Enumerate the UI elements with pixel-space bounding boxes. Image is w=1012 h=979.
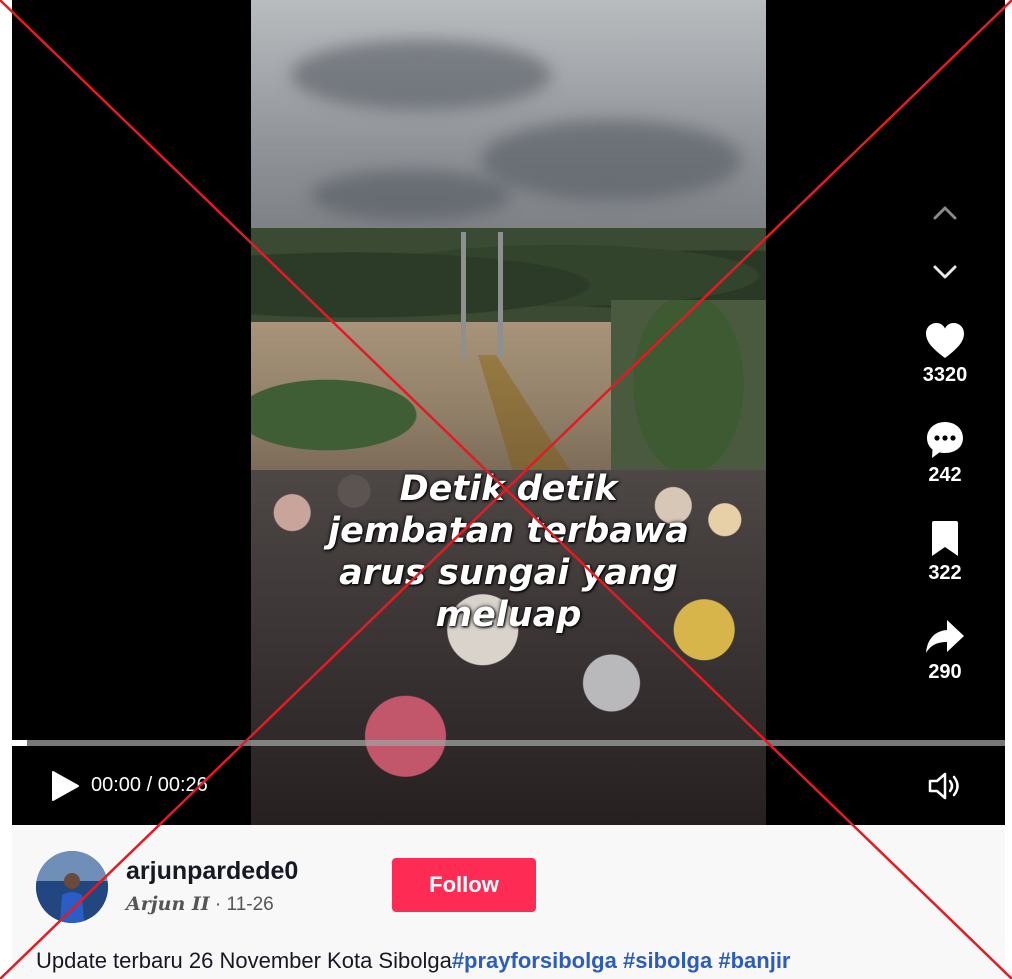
caption-line: arus sungai yang bbox=[339, 553, 678, 593]
current-time: 00:00 bbox=[91, 774, 142, 796]
like-action[interactable]: 3320 bbox=[917, 322, 973, 387]
hashtag-link[interactable]: #prayforsibolga bbox=[452, 948, 617, 973]
hashtag-link[interactable]: #banjir bbox=[718, 948, 790, 973]
comment-count: 242 bbox=[928, 464, 962, 486]
bookmark-icon[interactable] bbox=[929, 520, 961, 558]
video-frame[interactable]: Detik detik jembatan terbawa arus sungai… bbox=[251, 0, 766, 825]
follow-button[interactable]: Follow bbox=[392, 858, 536, 912]
cloud bbox=[481, 120, 741, 200]
duration: 00:26 bbox=[157, 774, 208, 796]
chevron-down-icon[interactable] bbox=[932, 263, 958, 281]
comment-icon[interactable] bbox=[925, 420, 965, 460]
heart-icon[interactable] bbox=[925, 322, 965, 360]
avatar[interactable] bbox=[36, 851, 108, 923]
play-icon[interactable] bbox=[50, 770, 80, 802]
progress-fill bbox=[12, 740, 27, 746]
cloud bbox=[311, 170, 511, 220]
caption-line: jembatan terbawa bbox=[328, 511, 689, 551]
like-count: 3320 bbox=[922, 364, 968, 386]
caption-line: meluap bbox=[435, 595, 582, 635]
bridge-tower bbox=[461, 232, 503, 357]
description-text: Update terbaru 26 November Kota Sibolga bbox=[36, 948, 452, 973]
post-date: 11-26 bbox=[226, 894, 274, 915]
share-icon[interactable] bbox=[924, 617, 966, 657]
post-info: arjunpardede0 Arjun II · 11-26 Follow Up… bbox=[12, 825, 1005, 979]
caption-line: Detik detik bbox=[399, 469, 618, 509]
display-name: Arjun II bbox=[126, 893, 210, 915]
hashtag-link[interactable]: #sibolga bbox=[623, 948, 712, 973]
time-separator: / bbox=[141, 774, 158, 796]
video-player[interactable]: Detik detik jembatan terbawa arus sungai… bbox=[12, 0, 1005, 825]
share-count: 290 bbox=[928, 661, 962, 683]
save-count: 322 bbox=[928, 562, 962, 584]
avatar-image bbox=[36, 851, 108, 923]
progress-bar[interactable] bbox=[12, 740, 1005, 746]
username[interactable]: arjunpardede0 bbox=[126, 857, 298, 886]
volume-icon[interactable] bbox=[927, 770, 963, 802]
time-display: 00:00 / 00:26 bbox=[91, 774, 208, 797]
separator: · bbox=[209, 894, 227, 915]
author-subline: Arjun II · 11-26 bbox=[126, 893, 274, 916]
cloud bbox=[291, 40, 551, 110]
riverbank-left bbox=[251, 370, 441, 460]
chevron-up-icon[interactable] bbox=[932, 204, 958, 222]
video-caption: Detik detik jembatan terbawa arus sungai… bbox=[251, 468, 766, 636]
share-action[interactable]: 290 bbox=[917, 617, 973, 684]
description: Update terbaru 26 November Kota Sibolga#… bbox=[36, 948, 791, 974]
comment-action[interactable]: 242 bbox=[917, 420, 973, 487]
save-action[interactable]: 322 bbox=[917, 520, 973, 585]
